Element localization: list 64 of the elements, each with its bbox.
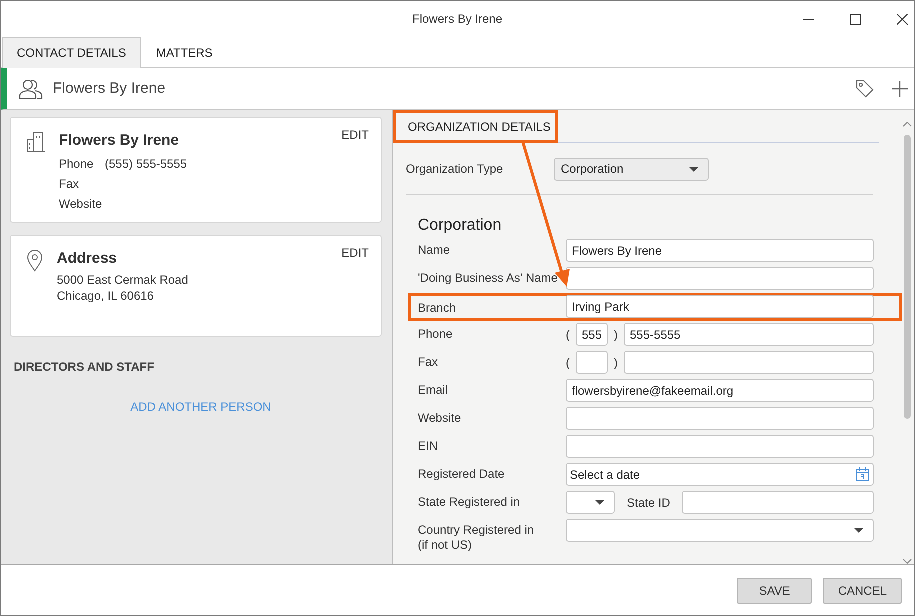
people-icon	[19, 78, 43, 100]
field-label: Country Registered in (if not US)	[418, 522, 536, 553]
window-title: Flowers By Irene	[412, 12, 503, 26]
section-title: Corporation	[418, 217, 503, 235]
field-label: Organization Type	[406, 162, 504, 176]
text-field[interactable]: flowersbyirene@fakeemail.org	[566, 379, 874, 402]
area-code-field[interactable]	[576, 351, 608, 374]
calendar-icon	[856, 467, 869, 481]
cancel-button[interactable]: CANCEL	[823, 578, 902, 604]
field-label: Fax	[59, 176, 80, 193]
text-field[interactable]	[682, 491, 874, 514]
tag-icon[interactable]	[856, 80, 874, 98]
edit-link[interactable]: EDIT	[342, 128, 369, 142]
scroll-up-icon[interactable]	[902, 122, 912, 127]
field-value: (555) 555-5555	[105, 156, 188, 173]
date-field[interactable]: Select a date	[566, 463, 874, 486]
field-label: Fax	[418, 354, 440, 370]
field-label: Email	[418, 382, 450, 398]
text-field[interactable]: Irving Park	[566, 295, 874, 318]
caret-icon	[594, 499, 606, 506]
field-label: Phone	[418, 326, 454, 342]
field-label: 'Doing Business As' Name	[418, 270, 559, 286]
address-line: 5000 East Cermak Road	[57, 272, 190, 288]
text-field[interactable]	[566, 407, 874, 430]
location-pin-icon	[27, 250, 43, 272]
text-field[interactable]	[566, 267, 874, 290]
parenthesis: (	[566, 328, 570, 342]
parenthesis: (	[566, 356, 570, 370]
field-label: Branch	[418, 300, 458, 316]
caret-icon	[688, 166, 700, 172]
tab[interactable]: MATTERS	[141, 37, 228, 68]
caret-icon	[853, 527, 865, 534]
card-title: Address	[57, 250, 118, 267]
field-label: Website	[59, 196, 104, 213]
text-field[interactable]	[566, 435, 874, 458]
scrollbar[interactable]	[902, 122, 912, 564]
address-line: Chicago, IL 60616	[57, 288, 155, 304]
country-dropdown[interactable]	[566, 519, 874, 542]
organization-type-dropdown[interactable]: Corporation	[554, 158, 709, 180]
section-heading: DIRECTORS AND STAFF	[14, 360, 156, 374]
field-label: State ID	[627, 496, 670, 510]
contact-title: Flowers By Irene	[53, 80, 167, 97]
field-label: Registered Date	[418, 466, 506, 482]
field-label: State Registered in	[418, 494, 522, 510]
text-field[interactable]	[624, 351, 874, 374]
text-field[interactable]: 555-5555	[624, 323, 874, 346]
parenthesis: )	[614, 328, 618, 342]
scroll-down-icon[interactable]	[902, 559, 912, 564]
area-code-field[interactable]: 555	[576, 323, 608, 346]
field-label: Phone	[59, 156, 95, 173]
field-label: Website	[418, 410, 462, 426]
save-button[interactable]: SAVE	[737, 578, 812, 604]
field-label: Name	[418, 242, 452, 258]
parenthesis: )	[614, 356, 618, 370]
edit-link[interactable]: EDIT	[342, 246, 369, 260]
close-icon[interactable]	[897, 14, 908, 24]
tab[interactable]: CONTACT DETAILS	[2, 37, 142, 68]
building-icon	[27, 132, 45, 152]
text-field[interactable]: Flowers By Irene	[566, 239, 874, 262]
state-dropdown[interactable]	[566, 491, 615, 514]
maximize-icon[interactable]	[850, 14, 861, 24]
field-label: EIN	[418, 438, 440, 454]
plus-icon[interactable]	[892, 80, 908, 96]
card-title: Flowers By Irene	[59, 132, 180, 149]
